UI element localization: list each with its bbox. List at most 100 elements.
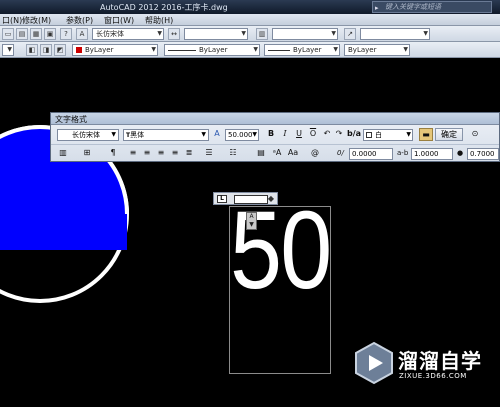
menu-item-parametric[interactable]: 参数(P) <box>66 15 93 26</box>
print-icon[interactable]: ▣ <box>44 28 56 40</box>
new-icon[interactable]: ▭ <box>2 28 14 40</box>
plotstyle-combo[interactable]: ByLayer ▼ <box>344 44 410 56</box>
chevron-down-icon: ▼ <box>331 30 336 37</box>
title-bar: AutoCAD 2012 2016-工序卡.dwg ▸ 键入关键字或短语 <box>0 0 500 14</box>
layer-state-icon[interactable]: ◧ <box>26 44 38 56</box>
color-swatch-white <box>366 132 372 138</box>
text-formatting-titlebar[interactable]: 文字格式 <box>51 113 499 125</box>
tracking-label: a-b <box>397 149 409 157</box>
menu-item-window[interactable]: 窗口(W) <box>104 15 134 26</box>
multileader-icon[interactable]: ↗ <box>344 28 356 40</box>
undo-icon[interactable]: ↶ <box>321 128 333 141</box>
multileader-combo[interactable]: ▼ <box>360 28 430 40</box>
bold-button[interactable]: B <box>265 128 277 141</box>
symbol-icon[interactable]: @ <box>309 147 321 160</box>
menu-item-window-left[interactable]: 口(N) <box>2 15 22 26</box>
chevron-down-icon: ▼ <box>241 30 246 37</box>
uppercase-icon[interactable]: ᵃA <box>271 147 283 160</box>
width-factor-icon: ● <box>457 149 464 157</box>
tracking-input[interactable]: 1.0000 <box>411 148 453 160</box>
text-formatting-title: 文字格式 <box>55 115 87 124</box>
chevron-down-icon: ▼ <box>201 131 206 138</box>
chevron-down-icon: ▼ <box>253 46 258 53</box>
dimstyle-combo[interactable]: ▼ <box>184 28 248 40</box>
mtext-justify-icon[interactable]: ⊞ <box>81 147 93 160</box>
lowercase-icon[interactable]: Aa <box>287 147 299 160</box>
chevron-down-icon: ▼ <box>252 131 257 138</box>
table-style-icon[interactable]: ▥ <box>256 28 268 40</box>
underline-button[interactable]: U <box>293 128 305 141</box>
text-formatting-row2: ▥ ⊞ ¶ ≡ ≡ ≡ ≡ ≣ ☰ ☷ ▤ ᵃA Aa @ 0/ 0.0000 … <box>51 144 499 162</box>
annotative-icon[interactable]: A <box>211 128 223 141</box>
paragraph-icon[interactable]: ¶ <box>107 147 119 160</box>
oblique-angle-input[interactable]: 0.0000 <box>349 148 393 160</box>
text-formatting-row1: 长仿宋体 ▼ T黑体 ▼ A 50.000 ▼ B I U O ↶ ↷ b/a 白 ▼ … <box>51 126 499 143</box>
layer-combo-stub[interactable]: ▼ <box>2 44 14 56</box>
layer-match-icon[interactable]: ◩ <box>54 44 66 56</box>
color-swatch <box>76 47 82 53</box>
layer-prev-icon[interactable]: ◨ <box>40 44 52 56</box>
plotstyle-value: ByLayer <box>348 46 377 54</box>
insert-field-icon[interactable]: ▤ <box>255 147 267 160</box>
font-select[interactable]: T黑体 ▼ <box>123 129 209 141</box>
chevron-down-icon: ▼ <box>406 131 411 138</box>
lineweight-combo[interactable]: ByLayer ▼ <box>264 44 340 56</box>
help-icon[interactable]: ? <box>60 28 72 40</box>
text-cursor-marker-icon: A ▼ <box>246 212 257 230</box>
ruler-toggle-icon[interactable]: ▬ <box>419 128 433 141</box>
watermark-logo-icon <box>355 341 393 385</box>
align-right-icon[interactable]: ≡ <box>155 147 167 160</box>
menu-item-help[interactable]: 帮助(H) <box>145 15 173 26</box>
watermark: 溜溜自学 ZIXUE.3D66.COM <box>352 341 481 389</box>
overline-button[interactable]: O <box>307 128 319 141</box>
justify-icon[interactable]: ≡ <box>169 147 181 160</box>
text-color-value: 白 <box>375 131 382 139</box>
linetype-value: ByLayer <box>199 46 228 54</box>
tracking-value: 1.0000 <box>414 150 439 158</box>
style-value: 长仿宋体 <box>72 131 100 139</box>
oblique-icon: 0/ <box>337 149 344 157</box>
oblique-angle-value: 0.0000 <box>352 150 377 158</box>
chevron-down-icon: ▼ <box>111 131 116 138</box>
menu-bar: 口(N) 修改(M) 参数(P) 窗口(W) 帮助(H) <box>0 14 500 26</box>
width-factor-input[interactable]: 0.7000 <box>467 148 499 160</box>
color-value: ByLayer <box>85 46 114 54</box>
text-formatting-panel: 文字格式 长仿宋体 ▼ T黑体 ▼ A 50.000 ▼ B I U O ↶ ↷ b/… <box>50 112 500 162</box>
width-factor-value: 0.7000 <box>470 150 495 158</box>
text-style-combo[interactable]: 长仿宋体 ▼ <box>92 28 164 40</box>
dimstyle-icon[interactable]: ↔ <box>168 28 180 40</box>
chevron-down-icon: ▼ <box>151 46 156 53</box>
linetype-combo[interactable]: ByLayer ▼ <box>164 44 260 56</box>
menu-item-modify[interactable]: 修改(M) <box>22 15 51 26</box>
line-spacing-icon[interactable]: ☰ <box>203 147 215 160</box>
text-height-input[interactable]: 50.000 ▼ <box>225 129 259 141</box>
chevron-down-icon: ▼ <box>403 46 408 53</box>
ok-button[interactable]: 确定 <box>435 128 463 141</box>
window-title: AutoCAD 2012 2016-工序卡.dwg <box>100 3 228 12</box>
search-arrow-icon: ▸ <box>375 4 379 12</box>
ruler-tab-tag[interactable]: L <box>217 195 227 203</box>
text-color-select[interactable]: 白 ▼ <box>363 129 413 141</box>
italic-button[interactable]: I <box>279 128 291 141</box>
font-value: 黑体 <box>130 131 145 139</box>
options-icon[interactable]: ⊙ <box>469 128 481 141</box>
properties-toolbar: ▼ ◧ ◨ ◩ ByLayer ▼ ByLayer ▼ ByLayer ▼ ByLay… <box>0 42 500 58</box>
text-style-icon[interactable]: A <box>76 28 88 40</box>
style-select[interactable]: 长仿宋体 ▼ <box>57 129 119 141</box>
stack-icon[interactable]: b/a <box>347 128 361 141</box>
table-style-combo[interactable]: ▼ <box>272 28 338 40</box>
watermark-url: ZIXUE.3D66.COM <box>399 372 467 380</box>
chevron-down-icon: ▼ <box>333 46 338 53</box>
search-input[interactable]: ▸ 键入关键字或短语 <box>372 1 492 13</box>
save-icon[interactable]: ▦ <box>30 28 42 40</box>
numbering-icon[interactable]: ☷ <box>227 147 239 160</box>
redo-icon[interactable]: ↷ <box>333 128 345 141</box>
color-combo[interactable]: ByLayer ▼ <box>72 44 158 56</box>
lineweight-value: ByLayer <box>293 46 322 54</box>
align-center-icon[interactable]: ≡ <box>141 147 153 160</box>
align-left-icon[interactable]: ≡ <box>127 147 139 160</box>
chevron-down-icon: ▼ <box>7 46 12 53</box>
columns-icon[interactable]: ▥ <box>57 147 69 160</box>
open-icon[interactable]: ▤ <box>16 28 28 40</box>
distribute-icon[interactable]: ≣ <box>183 147 195 160</box>
